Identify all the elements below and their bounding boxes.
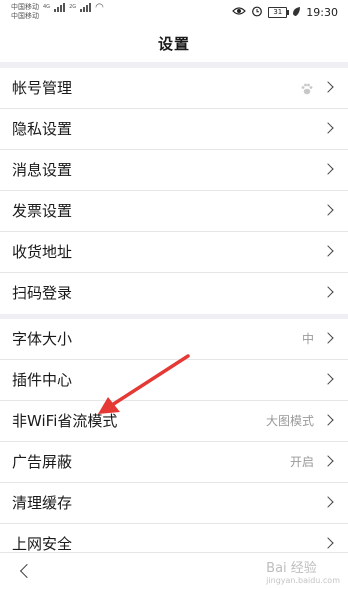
watermark-sub: jingyan.baidu.com xyxy=(266,576,340,585)
leaf-icon xyxy=(292,6,301,20)
settings-item-plugins[interactable]: 插件中心 xyxy=(0,360,348,401)
chevron-right-icon xyxy=(322,373,334,385)
settings-item-label: 字体大小 xyxy=(12,330,73,348)
settings-item-label: 插件中心 xyxy=(12,371,73,389)
network-type-1: 4G xyxy=(43,4,51,10)
chevron-right-icon xyxy=(322,414,334,426)
settings-item-value: 大图模式 xyxy=(265,414,314,428)
settings-item-label: 发票设置 xyxy=(12,202,73,220)
settings-group-general: 字体大小 中 插件中心 非WiFi省流模式 大图模式 广告屏蔽 开启 清理缓存 … xyxy=(0,319,348,565)
chevron-right-icon xyxy=(322,81,334,93)
status-bar: 中国移动 4G 2G ◠ 中国移动 31 19:30 xyxy=(0,0,348,26)
clock-time: 19:30 xyxy=(306,6,338,19)
settings-item-label: 帐号管理 xyxy=(12,79,73,97)
settings-item-label: 非WiFi省流模式 xyxy=(12,412,118,430)
settings-item-clear-cache[interactable]: 清理缓存 xyxy=(0,483,348,524)
network-type-2: 2G xyxy=(69,4,77,10)
paw-icon xyxy=(300,81,314,95)
carrier-1: 中国移动 xyxy=(11,3,39,11)
settings-item-ad-block[interactable]: 广告屏蔽 开启 xyxy=(0,442,348,483)
wifi-icon: ◠ xyxy=(95,2,104,13)
settings-item-label: 清理缓存 xyxy=(12,494,73,512)
carrier-info: 中国移动 4G 2G ◠ 中国移动 xyxy=(11,3,104,21)
back-arrow-icon[interactable] xyxy=(19,563,35,579)
status-icons: 31 19:30 xyxy=(232,5,338,20)
settings-item-value: 开启 xyxy=(289,455,314,469)
signal-icon-2 xyxy=(80,3,92,12)
settings-item-value: 中 xyxy=(301,332,314,346)
settings-item-account[interactable]: 帐号管理 xyxy=(0,68,348,109)
page-title: 设置 xyxy=(157,35,190,53)
chevron-right-icon xyxy=(322,537,334,549)
page-header: 设置 xyxy=(0,26,348,62)
alarm-icon xyxy=(251,5,263,20)
settings-item-invoice[interactable]: 发票设置 xyxy=(0,191,348,232)
chevron-right-icon xyxy=(322,163,334,175)
carrier-2: 中国移动 xyxy=(11,12,39,20)
bottom-bar: Bai 经验 jingyan.baidu.com xyxy=(0,552,348,589)
settings-item-label: 消息设置 xyxy=(12,161,73,179)
settings-item-label: 广告屏蔽 xyxy=(12,453,73,471)
settings-item-privacy[interactable]: 隐私设置 xyxy=(0,109,348,150)
settings-item-label: 收货地址 xyxy=(12,243,73,261)
battery-icon: 31 xyxy=(268,7,290,18)
settings-item-font-size[interactable]: 字体大小 中 xyxy=(0,319,348,360)
settings-item-data-saver[interactable]: 非WiFi省流模式 大图模式 xyxy=(0,401,348,442)
chevron-right-icon xyxy=(322,332,334,344)
signal-icon xyxy=(54,3,66,12)
chevron-right-icon xyxy=(322,245,334,257)
chevron-right-icon xyxy=(322,122,334,134)
chevron-right-icon xyxy=(322,455,334,467)
eye-icon xyxy=(232,6,247,19)
settings-item-scan-login[interactable]: 扫码登录 xyxy=(0,273,348,314)
watermark-text: Bai 经验 xyxy=(266,561,317,576)
settings-item-label: 扫码登录 xyxy=(12,284,73,302)
settings-group-account: 帐号管理 隐私设置 消息设置 发票设置 收货地址 扫码登录 xyxy=(0,68,348,314)
settings-item-messages[interactable]: 消息设置 xyxy=(0,150,348,191)
watermark: Bai 经验 jingyan.baidu.com xyxy=(266,557,340,585)
settings-item-label: 隐私设置 xyxy=(12,120,73,138)
chevron-right-icon xyxy=(322,286,334,298)
chevron-right-icon xyxy=(322,204,334,216)
chevron-right-icon xyxy=(322,496,334,508)
settings-item-address[interactable]: 收货地址 xyxy=(0,232,348,273)
